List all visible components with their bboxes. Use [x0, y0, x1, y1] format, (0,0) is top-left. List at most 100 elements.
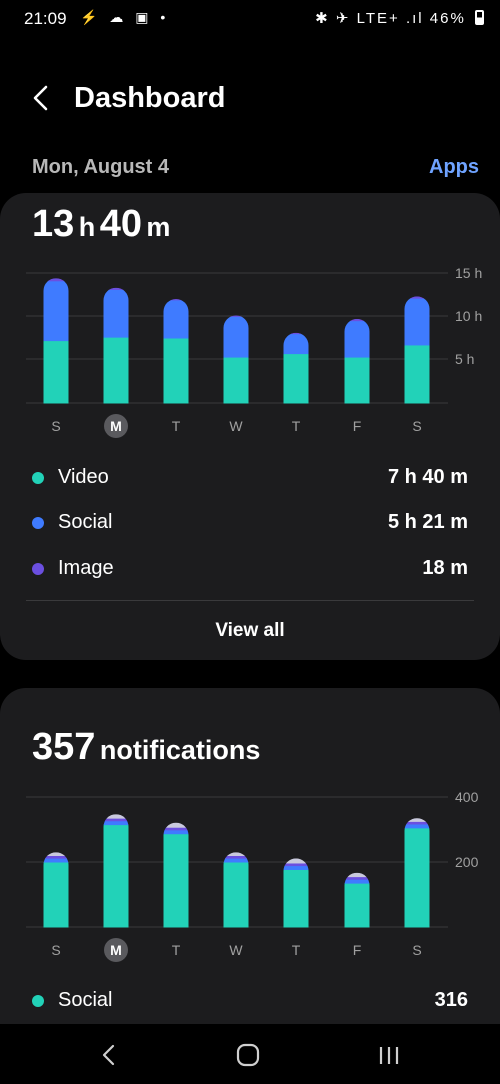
- chevron-left-icon: [33, 85, 48, 111]
- x-tick-label: W: [229, 942, 243, 958]
- x-tick-label: S: [51, 418, 60, 434]
- bar-segment: [43, 280, 69, 342]
- legend-label: Video: [58, 466, 109, 488]
- x-tick-label: F: [353, 418, 362, 434]
- page-title: Dashboard: [74, 82, 226, 114]
- bar-segment: [103, 289, 129, 338]
- bar-segment: [163, 822, 189, 828]
- screen-time-total: 13 h 40 m: [32, 203, 170, 246]
- bar-group: [103, 814, 129, 928]
- hours-unit: h: [78, 212, 96, 242]
- bar-segment: [344, 872, 370, 878]
- bar-segment: [223, 852, 249, 856]
- bar-segment: [163, 833, 189, 928]
- nav-home-button[interactable]: [233, 1040, 263, 1070]
- y-tick-label: 400: [455, 789, 479, 805]
- bar-segment: [223, 316, 249, 358]
- recents-icon: [379, 1047, 399, 1064]
- battery-percent: 46%: [429, 10, 466, 27]
- x-tick-label: M: [110, 942, 122, 958]
- x-tick-label: T: [172, 942, 181, 958]
- video-dot: [32, 472, 44, 484]
- bar-group: [103, 287, 129, 404]
- x-tick-label: S: [412, 418, 421, 434]
- bar-segment: [103, 337, 129, 404]
- screen-time-card[interactable]: 13 h 40 m 15 h 10 h 5 h S M T W T F S Video 7 h 4…: [0, 193, 500, 660]
- notifications-card[interactable]: 357 notifications 400 200 S M T W T F S Social 3…: [0, 688, 500, 1024]
- status-right: ✱ ✈ LTE+ .ıl 46%: [315, 9, 484, 27]
- bar-segment: [223, 858, 249, 863]
- legend-row-image[interactable]: Image 18 m: [32, 555, 468, 585]
- date-label: Mon, August 4: [32, 156, 170, 178]
- bar-segment: [163, 338, 189, 404]
- notifications-chart[interactable]: 400 200 S M T W T F S: [0, 783, 500, 973]
- status-bar: 21:09 ⚡ ☁ ▣ • ✱ ✈ LTE+ .ıl 46%: [0, 0, 500, 36]
- bar-segment: [344, 357, 370, 404]
- nav-back-button[interactable]: [94, 1040, 124, 1070]
- bar-group: [43, 278, 69, 404]
- apps-link[interactable]: Apps: [429, 156, 479, 179]
- bar-segment: [163, 299, 189, 339]
- legend-value: 5 h 21 m: [387, 511, 468, 533]
- bar-segment: [404, 296, 430, 299]
- total-hours: 13: [32, 203, 75, 245]
- nav-recents-button[interactable]: [374, 1040, 404, 1070]
- bar-segment: [43, 862, 69, 928]
- bar-segment: [103, 287, 129, 290]
- bar-segment: [404, 298, 430, 346]
- bar-segment: [43, 858, 69, 863]
- bar-segment: [344, 883, 370, 928]
- image-dot: [32, 563, 44, 575]
- legend-label: Image: [58, 557, 114, 579]
- legend-row-social[interactable]: Social 316: [32, 987, 468, 1017]
- legend-value: 316: [434, 989, 468, 1011]
- bar-group: [223, 315, 249, 404]
- x-tick-label: T: [172, 418, 181, 434]
- bar-segment: [344, 879, 370, 884]
- y-tick-label: 200: [455, 854, 479, 870]
- bar-group: [283, 858, 309, 928]
- back-button[interactable]: [26, 82, 58, 114]
- x-tick-label: S: [412, 942, 421, 958]
- signal-icons: ✱ ✈ LTE+ .ıl: [315, 10, 424, 27]
- bar-group: [283, 332, 309, 404]
- bar-segment: [43, 340, 69, 404]
- battery-icon: [475, 10, 484, 25]
- bar-segment: [404, 344, 430, 404]
- social-dot: [32, 517, 44, 529]
- notification-icons: ⚡ ☁ ▣ •: [80, 9, 170, 25]
- y-tick-label: 5 h: [455, 351, 474, 367]
- x-tick-label: M: [110, 418, 122, 434]
- status-time: 21:09: [24, 9, 67, 28]
- legend-row-social[interactable]: Social 5 h 21 m: [32, 509, 468, 539]
- bar-segment: [283, 333, 309, 355]
- bar-segment: [103, 820, 129, 826]
- legend-row-video[interactable]: Video 7 h 40 m: [32, 464, 468, 494]
- legend-value: 7 h 40 m: [387, 466, 468, 488]
- minutes-unit: m: [146, 212, 171, 242]
- total-minutes: 40: [99, 203, 142, 245]
- bar-segment: [344, 318, 370, 322]
- bar-segment: [103, 824, 129, 928]
- bar-group: [163, 822, 189, 928]
- bar-group: [344, 872, 370, 928]
- home-icon: [236, 1043, 260, 1067]
- y-tick-label: 15 h: [455, 265, 482, 281]
- bar-segment: [163, 829, 189, 835]
- notifications-count: 357: [32, 726, 96, 768]
- bar-segment: [283, 332, 309, 335]
- bar-group: [344, 318, 370, 404]
- legend-label: Social: [58, 989, 113, 1011]
- bar-group: [404, 818, 430, 928]
- bar-segment: [283, 858, 309, 864]
- x-tick-label: S: [51, 942, 60, 958]
- bar-group: [163, 299, 189, 404]
- notifications-total: 357 notifications: [32, 726, 260, 769]
- bar-segment: [404, 823, 430, 829]
- app-header: Dashboard: [0, 70, 500, 130]
- bar-segment: [404, 818, 430, 822]
- social-dot: [32, 995, 44, 1007]
- bar-segment: [43, 852, 69, 856]
- view-all-button[interactable]: View all: [0, 620, 500, 642]
- bar-segment: [344, 320, 370, 358]
